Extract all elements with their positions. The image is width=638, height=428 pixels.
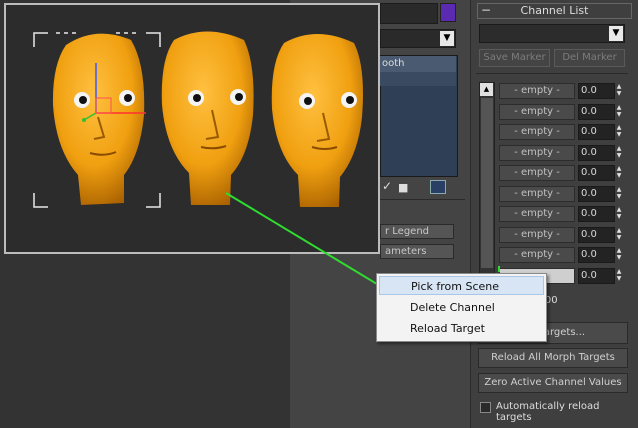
reload-target-menu-item[interactable]: Reload Target: [379, 319, 544, 338]
delete-channel-menu-item[interactable]: Delete Channel: [379, 298, 544, 317]
pick-from-scene-menu-item[interactable]: Pick from Scene: [379, 276, 544, 295]
context-menu: Pick from Scene Delete Channel Reload Ta…: [376, 273, 547, 342]
pick-guide-line: [225, 192, 383, 288]
